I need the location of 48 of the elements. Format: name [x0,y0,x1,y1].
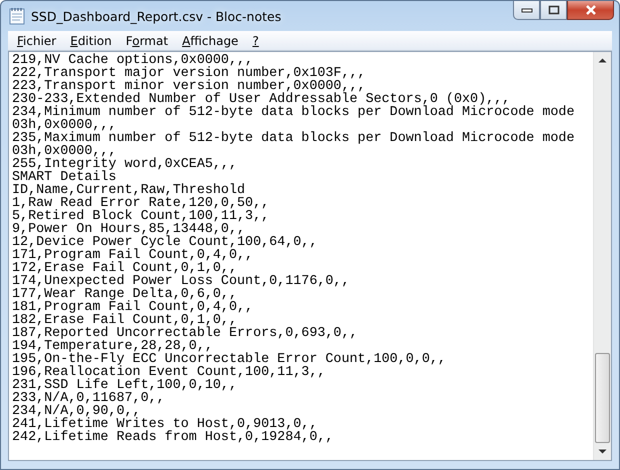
maximize-button[interactable] [540,1,567,20]
text-line: 03h,0x0000,,, [12,119,116,132]
text-line: 230-233,Extended Number of User Addressable Sectors,0 (0x0),,, [12,93,510,106]
text-line: 231,SSD Life Left,100,0,10,, [12,379,238,392]
menu-item[interactable]: Fichier [12,34,62,48]
text-line: 172,Erase Fail Count,0,1,0,, [12,262,237,275]
text-line: 241,Lifetime Writes to Host,0,9013,0,, [12,418,318,431]
text-line: 03h,0x0000,,, [12,145,118,158]
text-line: 9,Power On Hours,85,13448,0,, [12,223,246,236]
menu-item[interactable]: ? [247,34,264,48]
text-line: 235,Maximum number of 512-byte data blocks per Download Microcode mode [12,132,576,145]
text-line: SMART Details [12,171,116,184]
menu-item[interactable]: Edition [65,34,117,48]
text-line: 177,Wear Range Delta,0,6,0,, [12,288,237,301]
text-line: 187,Reported Uncorrectable Errors,0,693,0,, [12,327,359,340]
text-line: 174,Unexpected Power Loss Count,0,1176,0,, [12,275,350,288]
scroll-down-icon[interactable] [598,449,607,454]
text-line: 182,Erase Fail Count,0,1,0,, [12,314,237,327]
text-line: 195,On-the-Fly ECC Uncorrectable Error Count,100,0,0,, [12,353,447,366]
text-line: ID,Name,Current,Raw,Threshold [12,184,246,197]
text-line: 1,Raw Read Error Rate,120,0,50,, [12,197,270,210]
menu-item[interactable]: Affichage [177,34,244,48]
scrollbar[interactable] [593,52,611,460]
text-line: 219,NV Cache options,0x0000,,, [12,54,254,67]
text-line: 234,Minimum number of 512-byte data blocks per Download Microcode mode [12,106,576,119]
text-line: 234,N/A,0,90,0,, [12,405,141,418]
text-line: 171,Program Fail Count,0,4,0,, [12,249,254,262]
minimize-button[interactable] [513,1,540,20]
scroll-up-icon[interactable] [598,58,607,63]
text-line: 222,Transport major version number,0x103F,,, [12,67,367,80]
text-line: 194,Temperature,28,28,0,, [12,340,213,353]
minimize-icon [520,7,532,13]
text-line: 255,Integrity word,0xCEA5,,, [12,158,238,171]
text-line: 242,Lifetime Reads from Host,0,19284,0,, [12,431,334,444]
text-line: 233,N/A,0,11687,0,, [12,392,166,405]
menu-item[interactable]: Format [120,34,174,48]
text-line: 5,Retired Block Count,100,11,3,, [12,210,270,223]
window-title: SSD_Dashboard_Report.csv - Bloc-notes [31,8,282,24]
notepad-icon [9,7,25,25]
close-button[interactable] [567,1,614,20]
maximize-icon [548,5,560,15]
text-line: 223,Transport minor version number,0x0000,,, [12,80,366,93]
text-area[interactable] [8,51,612,461]
scroll-thumb[interactable] [595,353,610,443]
text-line: 196,Reallocation Event Count,100,11,3,, [12,366,326,379]
text-line: 12,Device Power Cycle Count,100,64,0,, [12,236,318,249]
text-line: 181,Program Fail Count,0,4,0,, [12,301,254,314]
close-icon [584,4,598,16]
